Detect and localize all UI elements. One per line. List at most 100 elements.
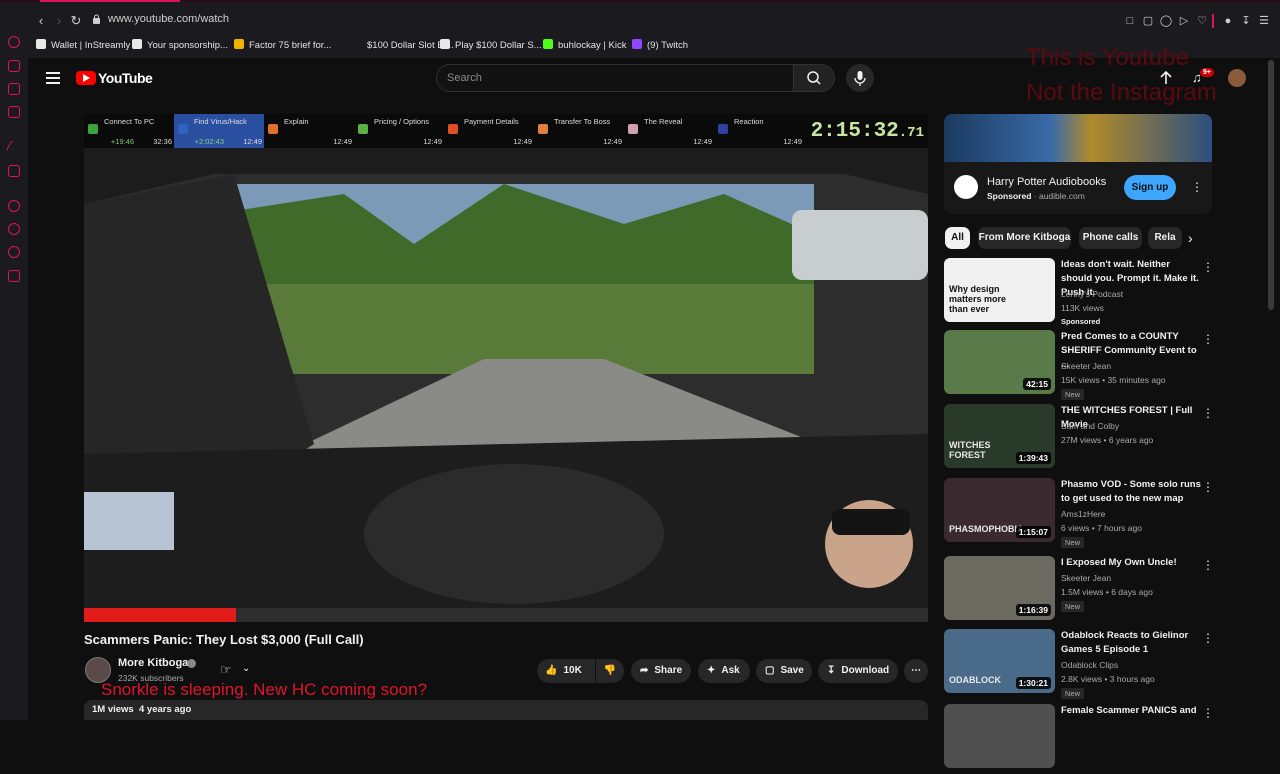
voice-search-button[interactable] bbox=[846, 64, 874, 92]
search-input[interactable]: Search bbox=[436, 64, 794, 92]
more-options-icon[interactable]: ⋮ bbox=[1202, 332, 1214, 346]
video-progress-bar[interactable] bbox=[84, 608, 928, 622]
heart-icon[interactable]: ♡ bbox=[1195, 14, 1209, 28]
sidebar-send-icon[interactable] bbox=[5, 139, 23, 157]
chevron-right-icon[interactable]: › bbox=[1188, 230, 1193, 246]
sponsored-ad-card[interactable]: Harry Potter Audiobooks Sponsored · audi… bbox=[944, 114, 1212, 214]
bookmark-item[interactable]: buhlockay | Kick bbox=[543, 38, 626, 54]
sidebar-app-icon[interactable] bbox=[8, 83, 20, 95]
bookmark-item[interactable]: Wallet | InStreamly bbox=[36, 38, 130, 54]
video-thumbnail[interactable]: ODABLOCK 1:30:21 bbox=[944, 629, 1055, 693]
download-icon[interactable]: ↧ bbox=[1239, 14, 1253, 28]
filter-chip[interactable]: Rela bbox=[1148, 227, 1182, 249]
bookmark-item[interactable]: Factor 75 brief for... bbox=[234, 38, 331, 54]
recommended-video[interactable]: 42:15 Pred Comes to a COUNTY SHERIFF Comm… bbox=[944, 330, 1214, 400]
recommended-video[interactable]: WITCHES FOREST 1:39:43 THE WITCHES FOREST … bbox=[944, 404, 1214, 474]
upload-icon[interactable] bbox=[1159, 70, 1173, 86]
toolbar-divider bbox=[1212, 14, 1214, 28]
video-thumbnail[interactable]: PHASMOPHOBIA 1:15:07 bbox=[944, 478, 1055, 542]
sidebar-clock-icon[interactable] bbox=[8, 223, 20, 235]
recommended-channel-name[interactable]: Skeeter Jean bbox=[1061, 573, 1111, 583]
recommended-video[interactable]: PHASMOPHOBIA 1:15:07 Phasmo VOD - Some sol… bbox=[944, 478, 1214, 548]
sidebar-chat-icon[interactable] bbox=[8, 165, 20, 177]
video-description-box[interactable]: 1M views 4 years ago bbox=[84, 700, 928, 720]
play-icon[interactable]: ▷ bbox=[1177, 14, 1191, 28]
page-scrollbar[interactable] bbox=[1268, 60, 1274, 310]
youtube-logo-text[interactable]: YouTube bbox=[98, 70, 153, 86]
recommended-video[interactable]: Female Scammer PANICS and ⋮ bbox=[944, 704, 1214, 774]
profile-icon[interactable]: ● bbox=[1221, 14, 1235, 28]
recommended-channel-name[interactable]: Skeeter Jean bbox=[1061, 361, 1111, 371]
video-thumbnail[interactable]: Why design matters more than ever bbox=[944, 258, 1055, 322]
more-options-icon[interactable]: ⋮ bbox=[1202, 480, 1214, 494]
more-options-icon[interactable]: ⋮ bbox=[1202, 631, 1214, 645]
address-bar[interactable]: www.youtube.com/watch bbox=[108, 13, 229, 25]
video-thumbnail[interactable]: 42:15 bbox=[944, 330, 1055, 394]
bookmark-favicon-icon bbox=[234, 39, 244, 49]
recommended-video-title[interactable]: Odablock Reacts to Gielinor Games 5 Epis… bbox=[1061, 629, 1201, 657]
thumbs-up-icon: 👍 bbox=[545, 665, 558, 676]
shield-icon[interactable]: ◯ bbox=[1159, 14, 1173, 28]
sidebar-home-icon[interactable] bbox=[8, 36, 20, 48]
bookmark-item[interactable]: (9) Twitch bbox=[632, 38, 688, 54]
recommended-video[interactable]: 1:16:39 I Exposed My Own Uncle! Skeeter Je… bbox=[944, 556, 1214, 626]
share-button[interactable]: ➦ Share bbox=[631, 659, 691, 683]
split-time: 12:49 bbox=[603, 137, 622, 146]
forward-icon[interactable]: › bbox=[51, 13, 67, 29]
more-options-icon[interactable]: ⋮ bbox=[1202, 406, 1214, 420]
ad-signup-button[interactable]: Sign up bbox=[1124, 175, 1176, 200]
sidebar-grid-icon[interactable] bbox=[8, 678, 20, 690]
back-icon[interactable]: ‹ bbox=[33, 13, 49, 29]
chevron-down-icon[interactable]: ⌄ bbox=[242, 663, 250, 674]
hamburger-menu-icon[interactable] bbox=[46, 72, 60, 84]
video-thumbnail[interactable]: WITCHES FOREST 1:39:43 bbox=[944, 404, 1055, 468]
dislike-button[interactable]: 👎 bbox=[596, 659, 624, 683]
save-button[interactable]: ▢ Save bbox=[756, 659, 812, 683]
filter-chip[interactable]: From More Kitboga bbox=[978, 227, 1071, 249]
account-avatar[interactable] bbox=[1228, 69, 1246, 87]
like-button[interactable]: 👍 10K bbox=[537, 659, 595, 683]
recommended-video[interactable]: Why design matters more than ever Ideas d… bbox=[944, 258, 1214, 328]
recommended-channel-name[interactable]: Ams1zHere bbox=[1061, 509, 1105, 519]
bell-icon[interactable]: ☞ bbox=[220, 662, 234, 677]
sidebar-alert-icon[interactable] bbox=[8, 60, 20, 72]
download-button[interactable]: ↧ Download bbox=[818, 659, 898, 683]
sidebar-bubble-icon[interactable] bbox=[8, 246, 20, 258]
more-options-icon[interactable]: ⋮ bbox=[1202, 260, 1214, 274]
filter-chip[interactable]: Phone calls bbox=[1079, 227, 1142, 249]
extension-icon[interactable]: □ bbox=[1123, 14, 1137, 28]
sidebar-mail-icon[interactable] bbox=[8, 106, 20, 118]
channel-name[interactable]: More Kitboga bbox=[118, 657, 188, 669]
ad-more-icon[interactable]: ⋮ bbox=[1191, 180, 1203, 194]
sidebar-circle-icon[interactable] bbox=[8, 200, 20, 212]
search-button[interactable] bbox=[793, 64, 835, 92]
speedrun-timer: 2:15:32.71 bbox=[810, 120, 924, 143]
recommended-channel-name[interactable]: Sam and Colby bbox=[1061, 421, 1119, 431]
recommended-channel-name[interactable]: Odablock Clips bbox=[1061, 660, 1118, 670]
video-thumbnail[interactable] bbox=[944, 704, 1055, 768]
video-thumbnail[interactable]: 1:16:39 bbox=[944, 556, 1055, 620]
more-options-icon[interactable]: ⋮ bbox=[1202, 706, 1214, 720]
split-name: Find Virus/Hack bbox=[194, 117, 247, 126]
split-icon bbox=[718, 124, 728, 134]
recommended-video-title[interactable]: Phasmo VOD - Some solo runs to get used … bbox=[1061, 478, 1201, 506]
video-player[interactable]: Connect To PC +19:46 32:36 Find Virus/Hack +… bbox=[84, 114, 928, 622]
recommended-channel-name[interactable]: Lenny's Podcast bbox=[1061, 289, 1123, 299]
more-options-icon[interactable]: ⋮ bbox=[1202, 558, 1214, 572]
youtube-logo-icon[interactable] bbox=[76, 71, 96, 85]
recommended-video[interactable]: ODABLOCK 1:30:21 Odablock Reacts to Gielin… bbox=[944, 629, 1214, 699]
more-actions-button[interactable]: ⋯ bbox=[904, 659, 928, 683]
bookmark-item[interactable]: $100 Dollar Slot Bl... bbox=[352, 38, 454, 54]
recommended-video-title[interactable]: Female Scammer PANICS and bbox=[1061, 704, 1201, 718]
filter-chip[interactable]: All bbox=[945, 227, 970, 249]
screenshot-icon[interactable]: ▢ bbox=[1141, 14, 1155, 28]
bookmark-item[interactable]: Your sponsorship... bbox=[132, 38, 228, 54]
reload-icon[interactable]: ↻ bbox=[68, 13, 84, 29]
sidebar-settings-icon[interactable] bbox=[8, 270, 20, 282]
thumbs-down-icon: 👎 bbox=[603, 665, 617, 676]
recommended-video-stats: 113K views bbox=[1061, 303, 1104, 313]
recommended-video-title[interactable]: I Exposed My Own Uncle! bbox=[1061, 556, 1201, 570]
ask-button[interactable]: ✦ Ask bbox=[698, 659, 750, 683]
menu-icon[interactable]: ☰ bbox=[1257, 14, 1271, 28]
bookmark-item[interactable]: Play $100 Dollar S... bbox=[440, 38, 542, 54]
